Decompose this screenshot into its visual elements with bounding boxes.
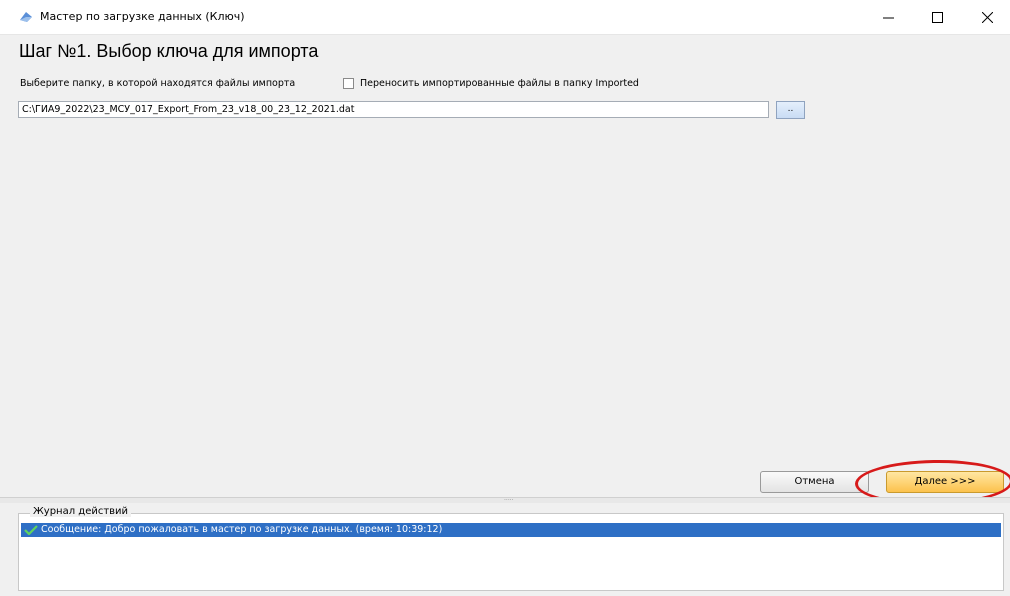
- minimize-button[interactable]: [865, 0, 911, 34]
- step-header: Шаг №1. Выбор ключа для импорта: [0, 35, 1010, 73]
- maximize-icon: [931, 11, 943, 23]
- cancel-button[interactable]: Отмена: [760, 471, 869, 493]
- path-input[interactable]: [18, 101, 769, 118]
- next-button[interactable]: Далее >>>: [886, 471, 1004, 493]
- minimize-icon: [882, 17, 894, 18]
- close-button[interactable]: [964, 0, 1010, 34]
- check-icon: [24, 525, 38, 535]
- window-title: Мастер по загрузке данных (Ключ): [40, 10, 245, 23]
- move-files-label[interactable]: Переносить импортированные файлы в папку…: [360, 78, 639, 89]
- title-bar: Мастер по загрузке данных (Ключ): [0, 0, 1010, 35]
- close-icon: [981, 11, 993, 23]
- log-box: Сообщение: Добро пожаловать в мастер по …: [18, 513, 1004, 591]
- main-content: Выберите папку, в которой находятся файл…: [0, 73, 1010, 497]
- log-entry-text: Сообщение: Добро пожаловать в мастер по …: [41, 524, 443, 535]
- folder-label: Выберите папку, в которой находятся файл…: [20, 78, 296, 89]
- page-title: Шаг №1. Выбор ключа для импорта: [19, 41, 319, 61]
- maximize-button[interactable]: [914, 0, 960, 34]
- app-icon: [20, 12, 32, 22]
- log-title: Журнал действий: [30, 506, 132, 517]
- move-files-checkbox[interactable]: [343, 78, 354, 89]
- browse-button[interactable]: ..: [776, 101, 805, 119]
- splitter-grip: .....: [504, 495, 514, 502]
- log-panel: Сообщение: Добро пожаловать в мастер по …: [0, 503, 1010, 596]
- log-entry[interactable]: Сообщение: Добро пожаловать в мастер по …: [21, 523, 1001, 537]
